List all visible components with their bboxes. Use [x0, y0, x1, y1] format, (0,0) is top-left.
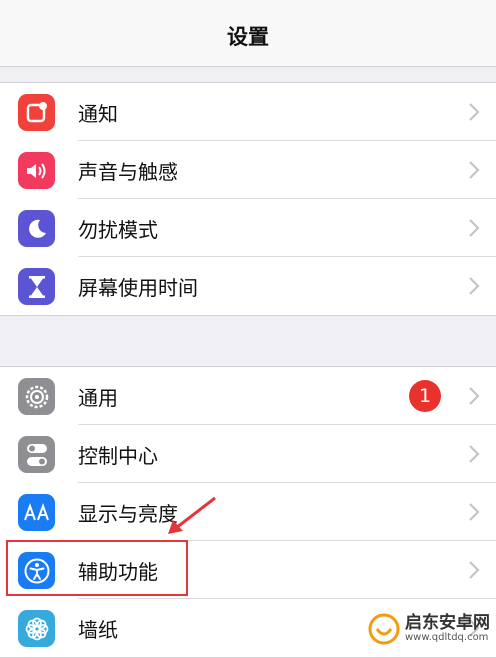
toggles-icon	[18, 436, 55, 473]
settings-row-general[interactable]: 通用 1	[0, 367, 496, 425]
annotation-arrow-icon	[168, 496, 216, 534]
settings-row-display[interactable]: 显示与亮度	[0, 483, 496, 541]
nav-bar: 设置	[0, 0, 496, 67]
chevron-right-icon	[469, 161, 480, 179]
chevron-right-icon	[469, 277, 480, 295]
watermark-name: 启东安卓网	[405, 612, 490, 633]
settings-row-do-not-disturb[interactable]: 勿扰模式	[0, 199, 496, 257]
settings-row-label: 屏幕使用时间	[78, 275, 198, 300]
chevron-right-icon	[469, 561, 480, 579]
settings-row-sounds[interactable]: 声音与触感	[0, 141, 496, 199]
moon-icon	[18, 210, 55, 247]
settings-row-screen-time[interactable]: 屏幕使用时间	[0, 257, 496, 315]
settings-row-notifications[interactable]: 通知	[0, 83, 496, 141]
settings-row-label: 勿扰模式	[78, 217, 158, 242]
hourglass-icon	[18, 268, 55, 305]
sound-icon	[18, 152, 55, 189]
page-title: 设置	[227, 25, 269, 49]
settings-row-label: 通知	[78, 101, 118, 126]
settings-group-1: 通知 声音与触感 勿扰模式 屏幕使用时间	[0, 82, 496, 316]
settings-row-label: 墙纸	[78, 617, 118, 642]
watermark: 启东安卓网 www.qdltdq.com	[367, 606, 496, 651]
watermark-url: www.qdltdq.com	[405, 631, 489, 643]
chevron-right-icon	[469, 103, 480, 121]
chevron-right-icon	[469, 445, 480, 463]
notifications-icon	[18, 94, 55, 131]
chevron-right-icon	[469, 387, 480, 405]
watermark-logo-icon	[368, 613, 400, 644]
text-size-icon	[18, 494, 55, 531]
gear-icon	[18, 378, 55, 415]
highlight-box	[6, 540, 188, 596]
chevron-right-icon	[469, 219, 480, 237]
chevron-right-icon	[469, 503, 480, 521]
settings-row-label: 声音与触感	[78, 159, 178, 184]
settings-row-label: 控制中心	[78, 443, 158, 468]
settings-row-label: 通用	[78, 385, 118, 410]
settings-row-control-center[interactable]: 控制中心	[0, 425, 496, 483]
notification-badge: 1	[409, 380, 441, 412]
flower-icon	[18, 610, 55, 647]
